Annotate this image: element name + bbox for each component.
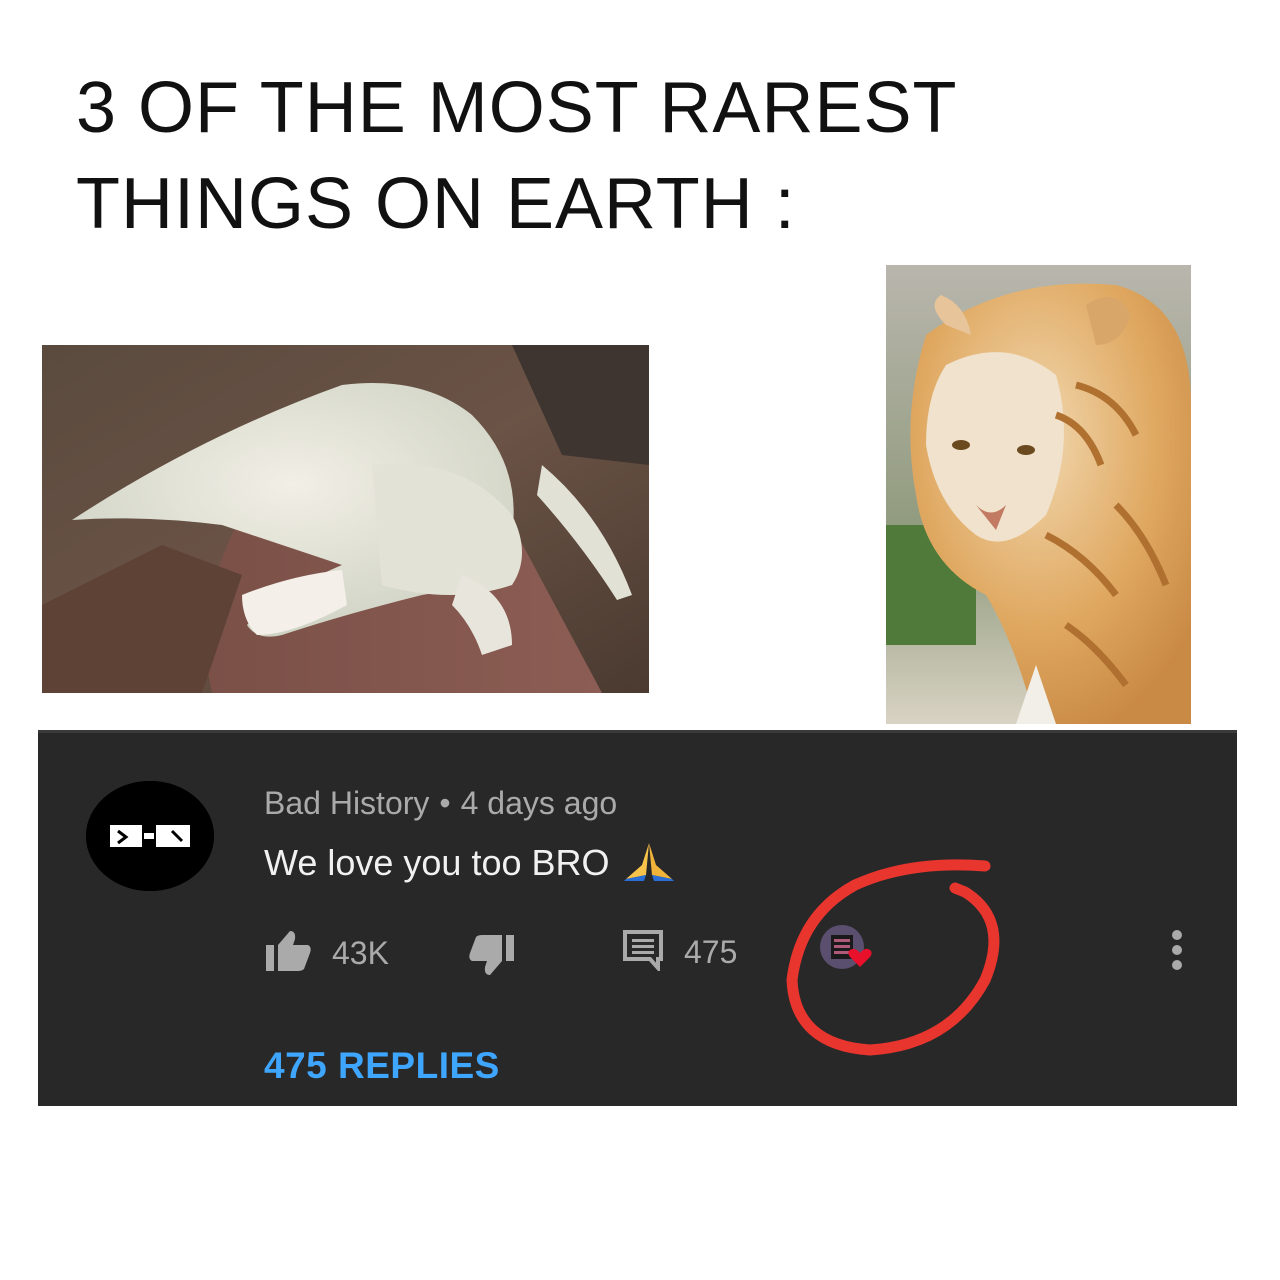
comment-author[interactable]: Bad History xyxy=(264,785,429,821)
meta-separator: • xyxy=(439,785,451,821)
caption-line-2: THINGS ON EARTH : xyxy=(76,164,796,244)
dislike-button[interactable] xyxy=(468,933,516,982)
reply-button[interactable]: 475 xyxy=(622,929,737,976)
like-button[interactable]: 43K xyxy=(264,929,389,978)
albino-alligator-photo xyxy=(42,345,649,693)
like-count: 43K xyxy=(332,935,389,971)
thumbs-up-icon xyxy=(264,929,312,978)
golden-tiger-photo xyxy=(886,265,1191,724)
creator-heart-icon xyxy=(816,923,880,984)
more-options-button[interactable] xyxy=(1170,929,1184,976)
caption-line-1: 3 OF THE MOST RAREST xyxy=(76,68,958,148)
thumbs-down-icon xyxy=(468,933,516,982)
comment-icon xyxy=(622,929,664,976)
reply-count: 475 xyxy=(684,934,738,970)
creator-heart-badge xyxy=(816,923,880,984)
more-vert-icon xyxy=(1170,929,1184,976)
folded-hands-emoji xyxy=(623,841,674,890)
channel-avatar[interactable] xyxy=(86,781,214,891)
meme-caption: 3 OF THE MOST RAREST THINGS ON EARTH : xyxy=(76,60,1076,252)
comment-text: We love you too BRO xyxy=(264,842,610,884)
comment-body: We love you too BRO xyxy=(264,841,674,890)
comment-meta: Bad History • 4 days ago xyxy=(264,785,617,822)
youtube-comment: Bad History • 4 days ago We love you too B… xyxy=(38,730,1237,1106)
comment-time[interactable]: 4 days ago xyxy=(461,785,618,821)
view-replies-link[interactable]: 475 REPLIES xyxy=(264,1045,500,1087)
